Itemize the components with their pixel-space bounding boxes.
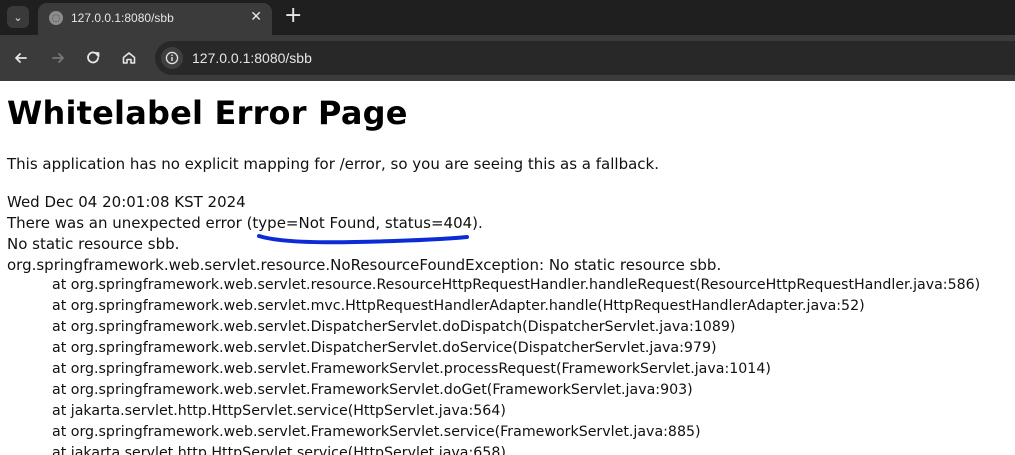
browser-tab[interactable]: ◌ 127.0.0.1:8080/sbb ✕ bbox=[38, 3, 272, 35]
tab-title: 127.0.0.1:8080/sbb bbox=[71, 11, 174, 25]
stack-trace-line: at org.springframework.web.servlet.Frame… bbox=[52, 361, 771, 377]
address-bar[interactable]: 127.0.0.1:8080/sbb bbox=[155, 41, 1015, 75]
page-heading: Whitelabel Error Page bbox=[7, 94, 408, 132]
stack-trace-line: at org.springframework.web.servlet.Dispa… bbox=[52, 319, 736, 335]
chevron-down-icon: ⌄ bbox=[13, 11, 23, 24]
forward-button[interactable] bbox=[47, 47, 69, 69]
url-text[interactable]: 127.0.0.1:8080/sbb bbox=[192, 50, 312, 66]
static-resource-line: No static resource sbb. bbox=[7, 235, 180, 253]
error-timestamp: Wed Dec 04 20:01:08 KST 2024 bbox=[7, 193, 246, 211]
stack-trace-line: at org.springframework.web.servlet.mvc.H… bbox=[52, 298, 865, 314]
browser-toolbar: 127.0.0.1:8080/sbb bbox=[0, 35, 1015, 81]
site-info-icon[interactable] bbox=[161, 47, 183, 69]
reload-button[interactable] bbox=[82, 47, 104, 69]
browser-tab-strip: ⌄ ◌ 127.0.0.1:8080/sbb ✕ + bbox=[0, 0, 1015, 35]
tab-search-button[interactable]: ⌄ bbox=[7, 6, 29, 28]
stack-trace-line: at org.springframework.web.servlet.Frame… bbox=[52, 382, 693, 398]
arrow-right-icon bbox=[52, 53, 64, 63]
back-button[interactable] bbox=[10, 47, 32, 69]
reload-icon bbox=[87, 51, 100, 64]
error-page: Whitelabel Error Page This application h… bbox=[0, 81, 1015, 455]
arrow-left-icon bbox=[15, 53, 27, 63]
home-icon bbox=[122, 52, 136, 64]
close-tab-icon[interactable]: ✕ bbox=[250, 9, 262, 25]
fallback-message: This application has no explicit mapping… bbox=[7, 155, 659, 173]
new-tab-button[interactable]: + bbox=[284, 3, 302, 29]
stack-trace-line: at org.springframework.web.servlet.Dispa… bbox=[52, 340, 717, 356]
exception-line: org.springframework.web.servlet.resource… bbox=[7, 256, 722, 274]
stack-trace-line: at org.springframework.web.servlet.Frame… bbox=[52, 424, 701, 440]
stack-trace-line: at jakarta.servlet.http.HttpServlet.serv… bbox=[52, 403, 506, 419]
hand-drawn-underline bbox=[257, 234, 469, 245]
globe-icon: ◌ bbox=[49, 11, 63, 25]
info-icon bbox=[165, 51, 179, 65]
home-button[interactable] bbox=[118, 47, 140, 69]
stack-trace-line: at jakarta.servlet.http.HttpServlet.serv… bbox=[52, 445, 506, 455]
stack-trace-line: at org.springframework.web.servlet.resou… bbox=[52, 277, 981, 293]
